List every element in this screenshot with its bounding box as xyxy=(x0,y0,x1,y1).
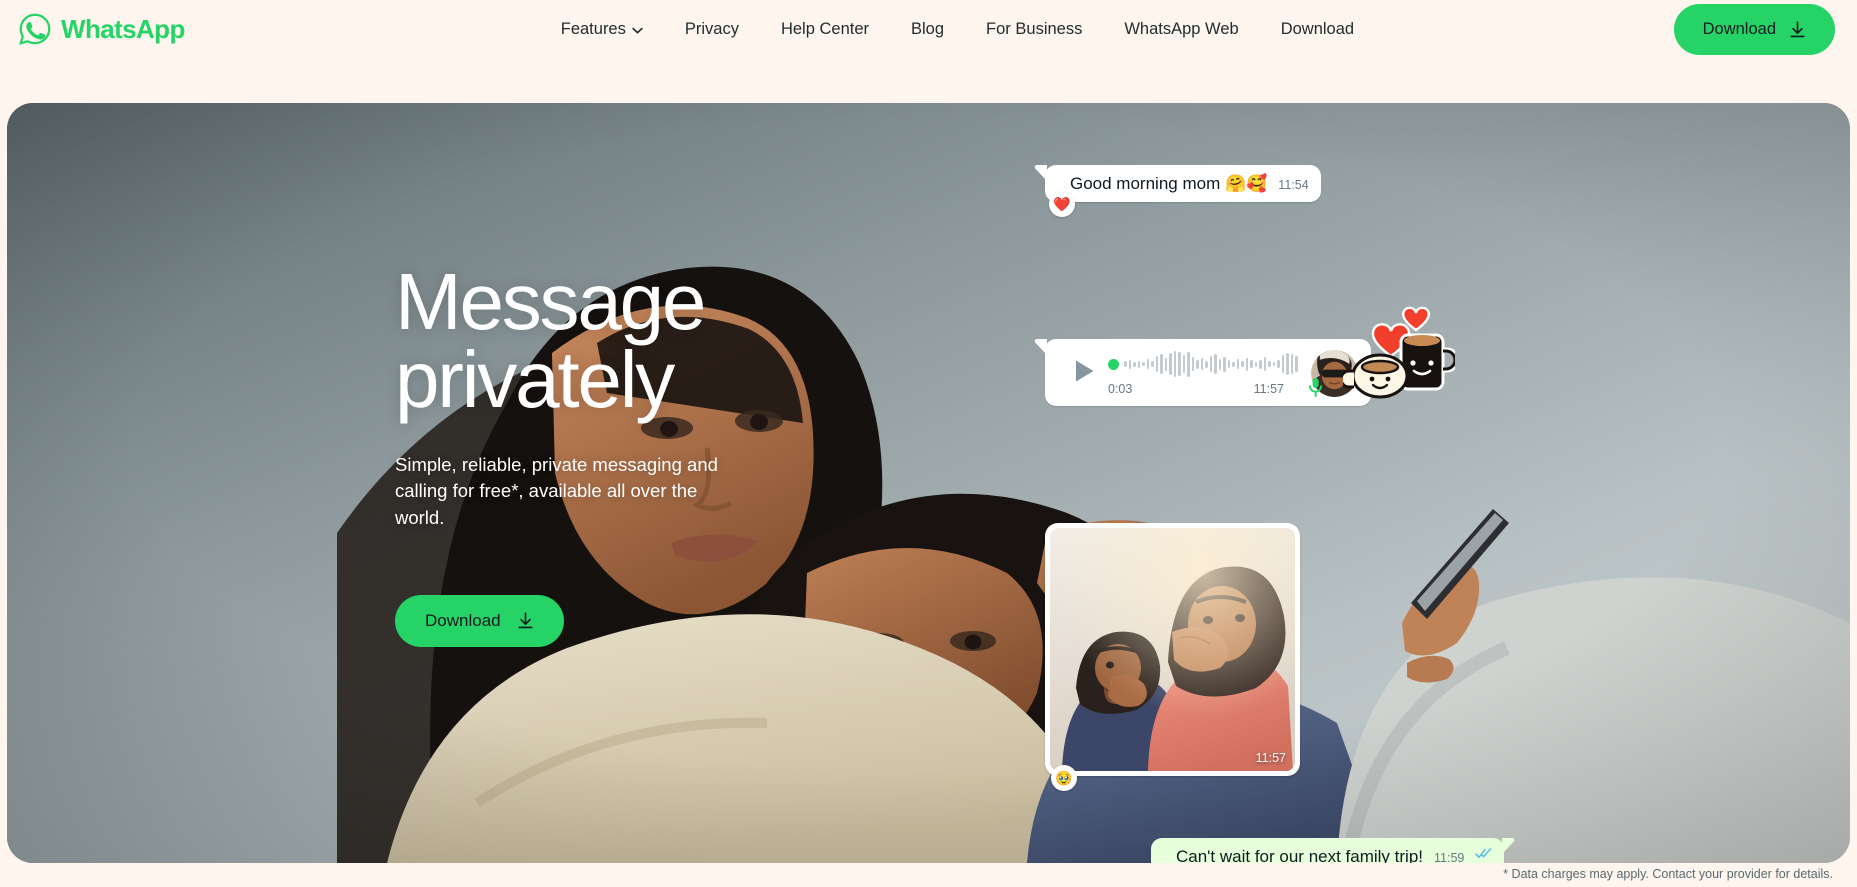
microphone-icon xyxy=(1308,377,1323,397)
header-download-button[interactable]: Download xyxy=(1673,3,1835,55)
chat-photo-time: 11:57 xyxy=(1255,751,1286,765)
chat-message-text: Good morning mom 🤗🥰 xyxy=(1070,174,1268,193)
chat-message-voice[interactable]: 0:03 11:57 xyxy=(1034,339,1371,406)
nav-item-help-center[interactable]: Help Center xyxy=(760,13,890,46)
nav-item-blog[interactable]: Blog xyxy=(890,13,965,46)
whatsapp-logo-icon xyxy=(18,12,52,46)
voice-waveform-area: 0:03 11:57 xyxy=(1108,351,1298,396)
chat-message-time: 11:54 xyxy=(1278,178,1309,192)
coffee-cups-hearts-sticker xyxy=(1339,305,1460,400)
double-check-read-icon xyxy=(1475,847,1492,863)
chat-photo-image: 11:57 xyxy=(1050,528,1295,771)
chat-message-text: Can't wait for our next family trip! xyxy=(1176,847,1423,863)
chat-message-time: 11:59 xyxy=(1434,851,1465,863)
voice-time: 11:57 xyxy=(1253,382,1284,396)
data-charges-footnote: * Data charges may apply. Contact your p… xyxy=(1503,867,1833,881)
nav-item-features[interactable]: Features xyxy=(540,13,664,46)
voice-waveform-icon[interactable] xyxy=(1124,351,1298,377)
nav-item-privacy[interactable]: Privacy xyxy=(664,13,760,46)
chat-message-outgoing-text[interactable]: Can't wait for our next family trip! 11:… xyxy=(1151,838,1515,863)
nav-item-whatsapp-web[interactable]: WhatsApp Web xyxy=(1103,13,1259,46)
chat-reaction-pleading-face[interactable]: 🥹 xyxy=(1051,765,1077,791)
brand-name: WhatsApp xyxy=(61,14,185,44)
chat-message-incoming-text[interactable]: Good morning mom 🤗🥰 11:54 xyxy=(1034,165,1321,202)
main-navigation: Features Privacy Help Center Blog For Bu… xyxy=(540,13,1375,46)
unplayed-indicator-dot xyxy=(1108,358,1119,370)
site-header: WhatsApp Features Privacy Help Center Bl… xyxy=(0,0,1857,103)
chat-message-photo[interactable]: 11:57 xyxy=(1045,523,1300,776)
chevron-down-icon xyxy=(632,21,643,38)
chat-reaction-heart[interactable]: ❤️ xyxy=(1049,191,1075,217)
brand-logo-link[interactable]: WhatsApp xyxy=(18,12,185,46)
nav-item-download[interactable]: Download xyxy=(1260,13,1375,46)
play-icon[interactable] xyxy=(1074,359,1095,388)
voice-duration: 0:03 xyxy=(1108,382,1133,396)
download-arrow-icon xyxy=(1789,20,1806,38)
header-download-label: Download xyxy=(1702,19,1776,38)
nav-item-for-business[interactable]: For Business xyxy=(965,13,1103,46)
hero-section: Message privately Simple, reliable, priv… xyxy=(7,103,1850,863)
nav-item-label: Features xyxy=(560,19,626,38)
chat-overlay: Good morning mom 🤗🥰 11:54 ❤️ 0:03 11:57 … xyxy=(7,103,1850,863)
